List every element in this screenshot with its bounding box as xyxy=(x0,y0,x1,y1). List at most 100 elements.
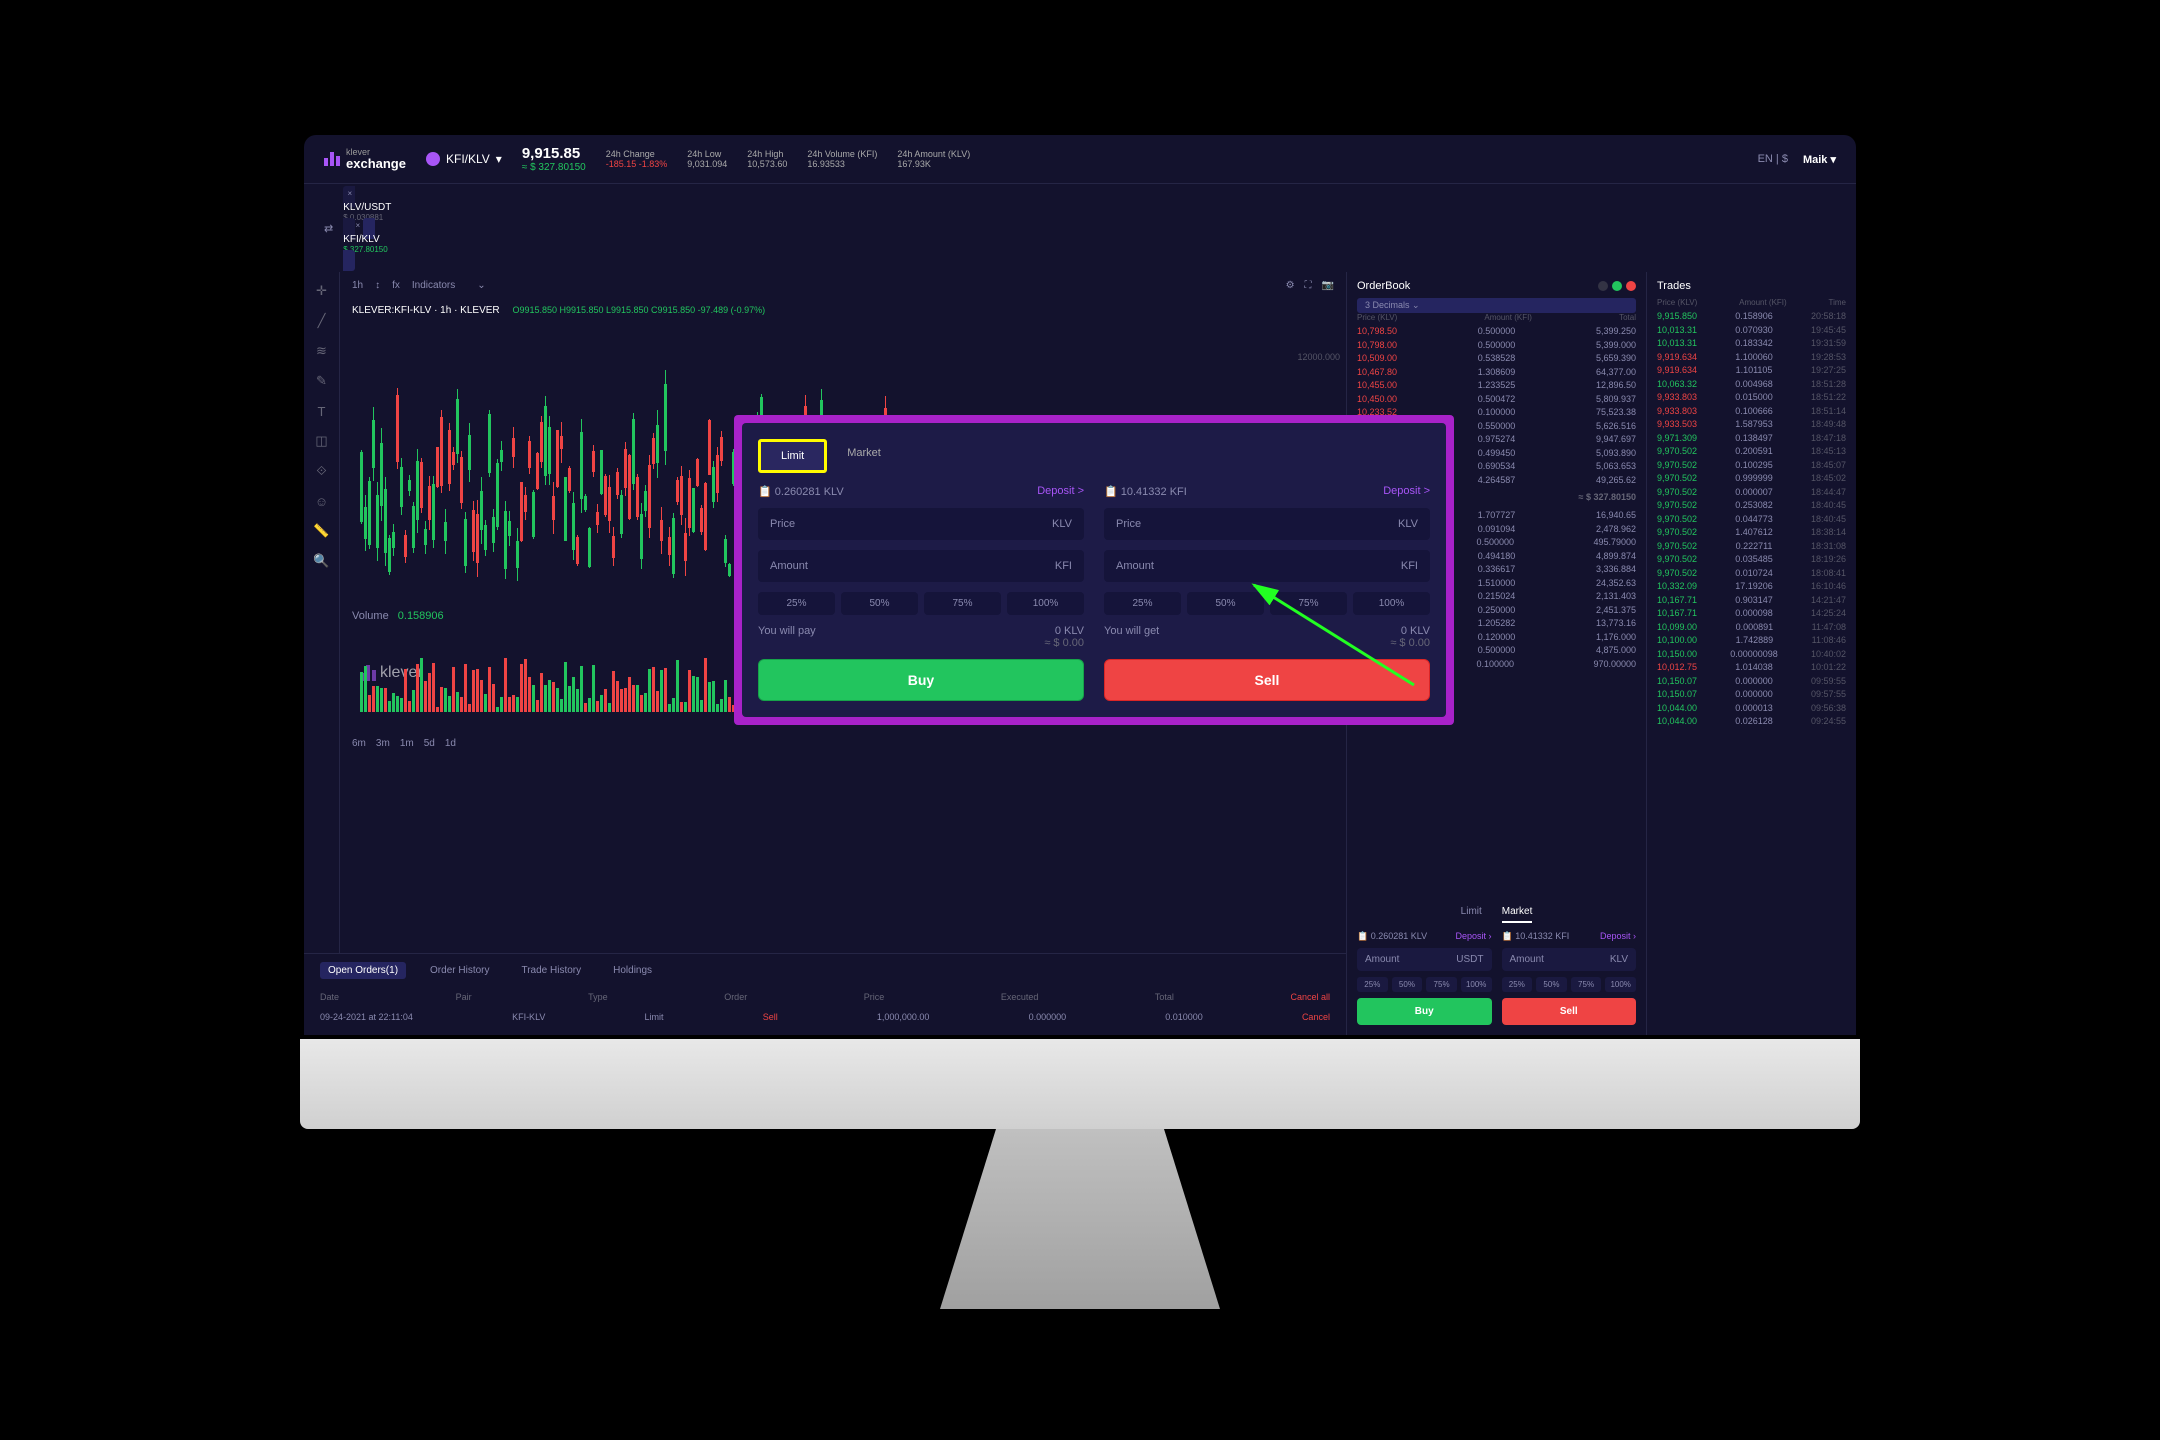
amount-input[interactable]: AmountKFI xyxy=(1104,550,1430,582)
trade-row[interactable]: 10,012.751.01403810:01:22 xyxy=(1657,661,1846,675)
pct-button[interactable]: 75% xyxy=(1571,977,1602,992)
orders-tab[interactable]: Order History xyxy=(422,962,497,979)
trade-row[interactable]: 10,100.001.74288911:08:46 xyxy=(1657,634,1846,648)
deposit-link[interactable]: Deposit › xyxy=(1600,931,1636,942)
pct-button[interactable]: 100% xyxy=(1605,977,1636,992)
price-input[interactable]: PriceKLV xyxy=(1104,508,1430,540)
pct-button[interactable]: 100% xyxy=(1007,592,1084,615)
trade-row[interactable]: 10,150.070.00000009:59:55 xyxy=(1657,675,1846,689)
trade-row[interactable]: 10,063.320.00496818:51:28 xyxy=(1657,378,1846,392)
trade-row[interactable]: 9,970.5020.99999918:45:02 xyxy=(1657,472,1846,486)
trade-row[interactable]: 9,970.5020.00000718:44:47 xyxy=(1657,486,1846,500)
col-price[interactable]: Price xyxy=(864,992,885,1002)
ask-row[interactable]: 10,798.000.5000005,399.000 xyxy=(1357,339,1636,353)
pct-button[interactable]: 25% xyxy=(758,592,835,615)
overlay-tab-market[interactable]: Market xyxy=(827,439,901,473)
pct-button[interactable]: 50% xyxy=(841,592,918,615)
trade-row[interactable]: 10,150.000.0000009810:40:02 xyxy=(1657,648,1846,662)
trade-row[interactable]: 9,971.3090.13849718:47:18 xyxy=(1657,432,1846,446)
trade-row[interactable]: 9,933.8030.01500018:51:22 xyxy=(1657,391,1846,405)
col-type[interactable]: Type xyxy=(588,992,608,1002)
trade-row[interactable]: 10,167.710.90314714:21:47 xyxy=(1657,594,1846,608)
trade-row[interactable]: 10,013.310.07093019:45:45 xyxy=(1657,324,1846,338)
price-input[interactable]: PriceKLV xyxy=(758,508,1084,540)
trade-row[interactable]: 9,919.6341.10110519:27:25 xyxy=(1657,364,1846,378)
cancel-order-button[interactable]: Cancel xyxy=(1302,1012,1330,1022)
pair-selector[interactable]: KFI/KLV ▾ xyxy=(426,152,502,166)
col-pair[interactable]: Pair xyxy=(456,992,472,1002)
orders-tab[interactable]: Holdings xyxy=(605,962,660,979)
camera-icon[interactable]: 📷 xyxy=(1322,280,1334,291)
ob-view-asks[interactable] xyxy=(1626,281,1636,291)
tab-market[interactable]: Market xyxy=(1502,906,1533,923)
timeframe-option[interactable]: 1d xyxy=(445,738,456,749)
pattern-icon[interactable]: ◫ xyxy=(313,432,331,450)
trade-row[interactable]: 9,933.5031.58795318:49:48 xyxy=(1657,418,1846,432)
harmonic-icon[interactable]: ⟐ xyxy=(313,462,331,480)
orders-tab[interactable]: Open Orders(1) xyxy=(320,962,406,979)
tab-limit[interactable]: Limit xyxy=(1461,906,1482,923)
timeframe-option[interactable]: 5d xyxy=(424,738,435,749)
sell-button[interactable]: Sell xyxy=(1502,998,1637,1025)
trade-row[interactable]: 10,013.310.18334219:31:59 xyxy=(1657,337,1846,351)
trade-row[interactable]: 10,150.070.00000009:57:55 xyxy=(1657,688,1846,702)
col-order[interactable]: Order xyxy=(724,992,747,1002)
col-exec[interactable]: Executed xyxy=(1001,992,1039,1002)
trade-row[interactable]: 10,332.0917.1920616:10:46 xyxy=(1657,580,1846,594)
ovl-deposit-link[interactable]: Deposit > xyxy=(1383,485,1430,498)
ask-row[interactable]: 10,467.801.30860964,377.00 xyxy=(1357,366,1636,380)
trade-row[interactable]: 9,970.5020.04477318:40:45 xyxy=(1657,513,1846,527)
trade-row[interactable]: 9,933.8030.10066618:51:14 xyxy=(1657,405,1846,419)
overlay-sell-button[interactable]: Sell xyxy=(1104,659,1430,701)
pct-button[interactable]: 25% xyxy=(1104,592,1181,615)
ask-row[interactable]: 10,455.001.23352512,896.50 xyxy=(1357,379,1636,393)
trade-row[interactable]: 10,099.000.00089111:47:08 xyxy=(1657,621,1846,635)
col-total[interactable]: Total xyxy=(1155,992,1174,1002)
pct-button[interactable]: 100% xyxy=(1353,592,1430,615)
ask-row[interactable]: 10,798.500.5000005,399.250 xyxy=(1357,325,1636,339)
chart-control[interactable]: fx xyxy=(392,280,400,291)
trade-row[interactable]: 9,919.6341.10006019:28:53 xyxy=(1657,351,1846,365)
col-date[interactable]: Date xyxy=(320,992,339,1002)
user-menu[interactable]: Maik ▾ xyxy=(1803,153,1836,166)
ob-view-both[interactable] xyxy=(1598,281,1608,291)
trade-row[interactable]: 9,970.5020.20059118:45:13 xyxy=(1657,445,1846,459)
trade-row[interactable]: 10,167.710.00009814:25:24 xyxy=(1657,607,1846,621)
chart-control[interactable]: 1h xyxy=(352,280,363,291)
chevron-down-icon[interactable]: ⌄ xyxy=(477,280,485,291)
pct-button[interactable]: 25% xyxy=(1502,977,1533,992)
ask-row[interactable]: 10,450.000.5004725,809.937 xyxy=(1357,393,1636,407)
overlay-buy-button[interactable]: Buy xyxy=(758,659,1084,701)
overlay-tab-limit[interactable]: Limit xyxy=(758,439,827,473)
crosshair-icon[interactable]: ✛ xyxy=(313,282,331,300)
amount-input[interactable]: AmountKLV xyxy=(1502,948,1637,971)
trade-row[interactable]: 10,044.000.00001309:56:38 xyxy=(1657,702,1846,716)
trade-row[interactable]: 9,970.5020.22271118:31:08 xyxy=(1657,540,1846,554)
pct-button[interactable]: 75% xyxy=(924,592,1001,615)
pct-button[interactable]: 25% xyxy=(1357,977,1388,992)
trade-row[interactable]: 10,044.000.02612809:24:55 xyxy=(1657,715,1846,729)
lang-selector[interactable]: EN | $ xyxy=(1758,153,1788,165)
settings-icon[interactable]: ⚙ xyxy=(1286,280,1295,291)
text-icon[interactable]: T xyxy=(313,402,331,420)
buy-button[interactable]: Buy xyxy=(1357,998,1492,1025)
trade-row[interactable]: 9,970.5020.10029518:45:07 xyxy=(1657,459,1846,473)
trade-row[interactable]: 9,970.5021.40761218:38:14 xyxy=(1657,526,1846,540)
emoji-icon[interactable]: ☺ xyxy=(313,492,331,510)
pct-button[interactable]: 75% xyxy=(1426,977,1457,992)
swap-icon[interactable]: ⇄ xyxy=(324,222,333,235)
fib-icon[interactable]: ≋ xyxy=(313,342,331,360)
pct-button[interactable]: 75% xyxy=(1270,592,1347,615)
timeframe-option[interactable]: 6m xyxy=(352,738,366,749)
pct-button[interactable]: 50% xyxy=(1536,977,1567,992)
amount-input[interactable]: AmountUSDT xyxy=(1357,948,1492,971)
ruler-icon[interactable]: 📏 xyxy=(313,522,331,540)
fullscreen-icon[interactable]: ⛶ xyxy=(1305,280,1312,291)
trade-row[interactable]: 9,970.5020.01072418:08:41 xyxy=(1657,567,1846,581)
timeframe-option[interactable]: 3m xyxy=(376,738,390,749)
timeframe-option[interactable]: 1m xyxy=(400,738,414,749)
ask-row[interactable]: 10,509.000.5385285,659.390 xyxy=(1357,352,1636,366)
decimals-selector[interactable]: 3 Decimals ⌄ xyxy=(1357,298,1636,313)
trade-row[interactable]: 9,915.8500.15890620:58:18 xyxy=(1657,310,1846,324)
trendline-icon[interactable]: ╱ xyxy=(313,312,331,330)
